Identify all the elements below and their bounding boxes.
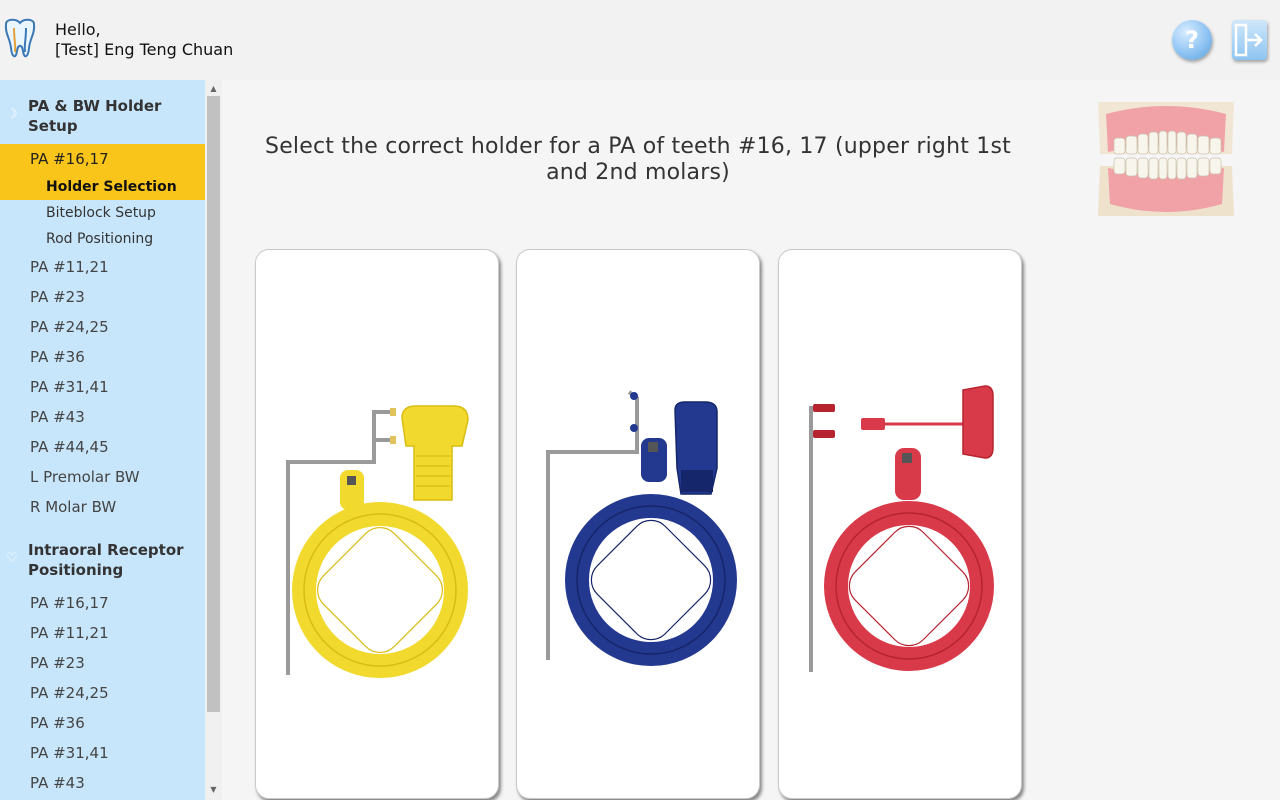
section-receptor-positioning: ♡ Intraoral Receptor Positioning <box>0 522 205 580</box>
app-header: Hello, [Test] Eng Teng Chuan ? <box>0 0 1280 80</box>
question-prompt: Select the correct holder for a PA of te… <box>265 134 1011 185</box>
sidebar-subitem-rod-positioning[interactable]: Rod Positioning <box>0 226 205 252</box>
user-name: [Test] Eng Teng Chuan <box>55 40 234 59</box>
greeting-hello: Hello, <box>55 20 101 39</box>
sidebar-item-pa-31-41[interactable]: PA #31,41 <box>0 372 205 402</box>
red-holder-icon <box>809 385 994 672</box>
sidebar-item-l-premolar-bw[interactable]: L Premolar BW <box>0 462 205 492</box>
section-title: PA & BW Holder Setup <box>28 97 162 135</box>
logout-icon <box>1234 23 1263 57</box>
sidebar-item-rp-43[interactable]: PA #43 <box>0 768 205 798</box>
receptor-icon: ♡ <box>6 551 18 566</box>
section-title: Intraoral Receptor Positioning <box>28 541 184 579</box>
red-holder-option[interactable] <box>778 249 1022 799</box>
sidebar-subitem-holder-selection[interactable]: Holder Selection <box>0 174 205 200</box>
blue-holder-icon <box>546 390 737 666</box>
help-button[interactable]: ? <box>1172 20 1212 60</box>
sidebar-item-pa-23[interactable]: PA #23 <box>0 282 205 312</box>
sidebar-scrollbar[interactable]: ▲ ▼ <box>205 80 222 800</box>
sidebar-item-rp-36[interactable]: PA #36 <box>0 708 205 738</box>
sidebar-item-rp-24-25[interactable]: PA #24,25 <box>0 678 205 708</box>
sidebar-item-pa-11-21[interactable]: PA #11,21 <box>0 252 205 282</box>
sidebar-item-r-molar-bw[interactable]: R Molar BW <box>0 492 205 522</box>
scroll-up-icon[interactable]: ▲ <box>205 82 222 96</box>
holder-icon: ☽ <box>6 107 18 122</box>
yellow-holder-option[interactable] <box>255 249 499 799</box>
user-greeting: Hello, [Test] Eng Teng Chuan <box>55 20 233 60</box>
logout-button[interactable] <box>1232 20 1267 60</box>
dental-model-icon <box>1098 102 1234 216</box>
sidebar-item-pa-44-45[interactable]: PA #44,45 <box>0 432 205 462</box>
sidebar-nav: ☽ PA & BW Holder Setup PA #16,17 Holder … <box>0 80 205 800</box>
section-holder-setup: ☽ PA & BW Holder Setup <box>0 80 205 136</box>
sidebar-item-rp-23[interactable]: PA #23 <box>0 648 205 678</box>
sidebar-item-pa-36[interactable]: PA #36 <box>0 342 205 372</box>
sidebar-item-rp-16-17[interactable]: PA #16,17 <box>0 588 205 618</box>
help-icon: ? <box>1185 26 1199 54</box>
scroll-down-icon[interactable]: ▼ <box>205 783 222 797</box>
sidebar-item-pa-16-17[interactable]: PA #16,17 <box>0 144 205 174</box>
sidebar-item-rp-11-21[interactable]: PA #11,21 <box>0 618 205 648</box>
tooth-logo-icon <box>4 18 36 58</box>
sidebar-item-pa-24-25[interactable]: PA #24,25 <box>0 312 205 342</box>
sidebar-item-rp-31-41[interactable]: PA #31,41 <box>0 738 205 768</box>
sidebar-item-pa-43[interactable]: PA #43 <box>0 402 205 432</box>
yellow-holder-icon <box>286 405 469 678</box>
scrollbar-thumb[interactable] <box>207 96 220 712</box>
blue-holder-option[interactable] <box>516 249 760 799</box>
sidebar-subitem-biteblock-setup[interactable]: Biteblock Setup <box>0 200 205 226</box>
